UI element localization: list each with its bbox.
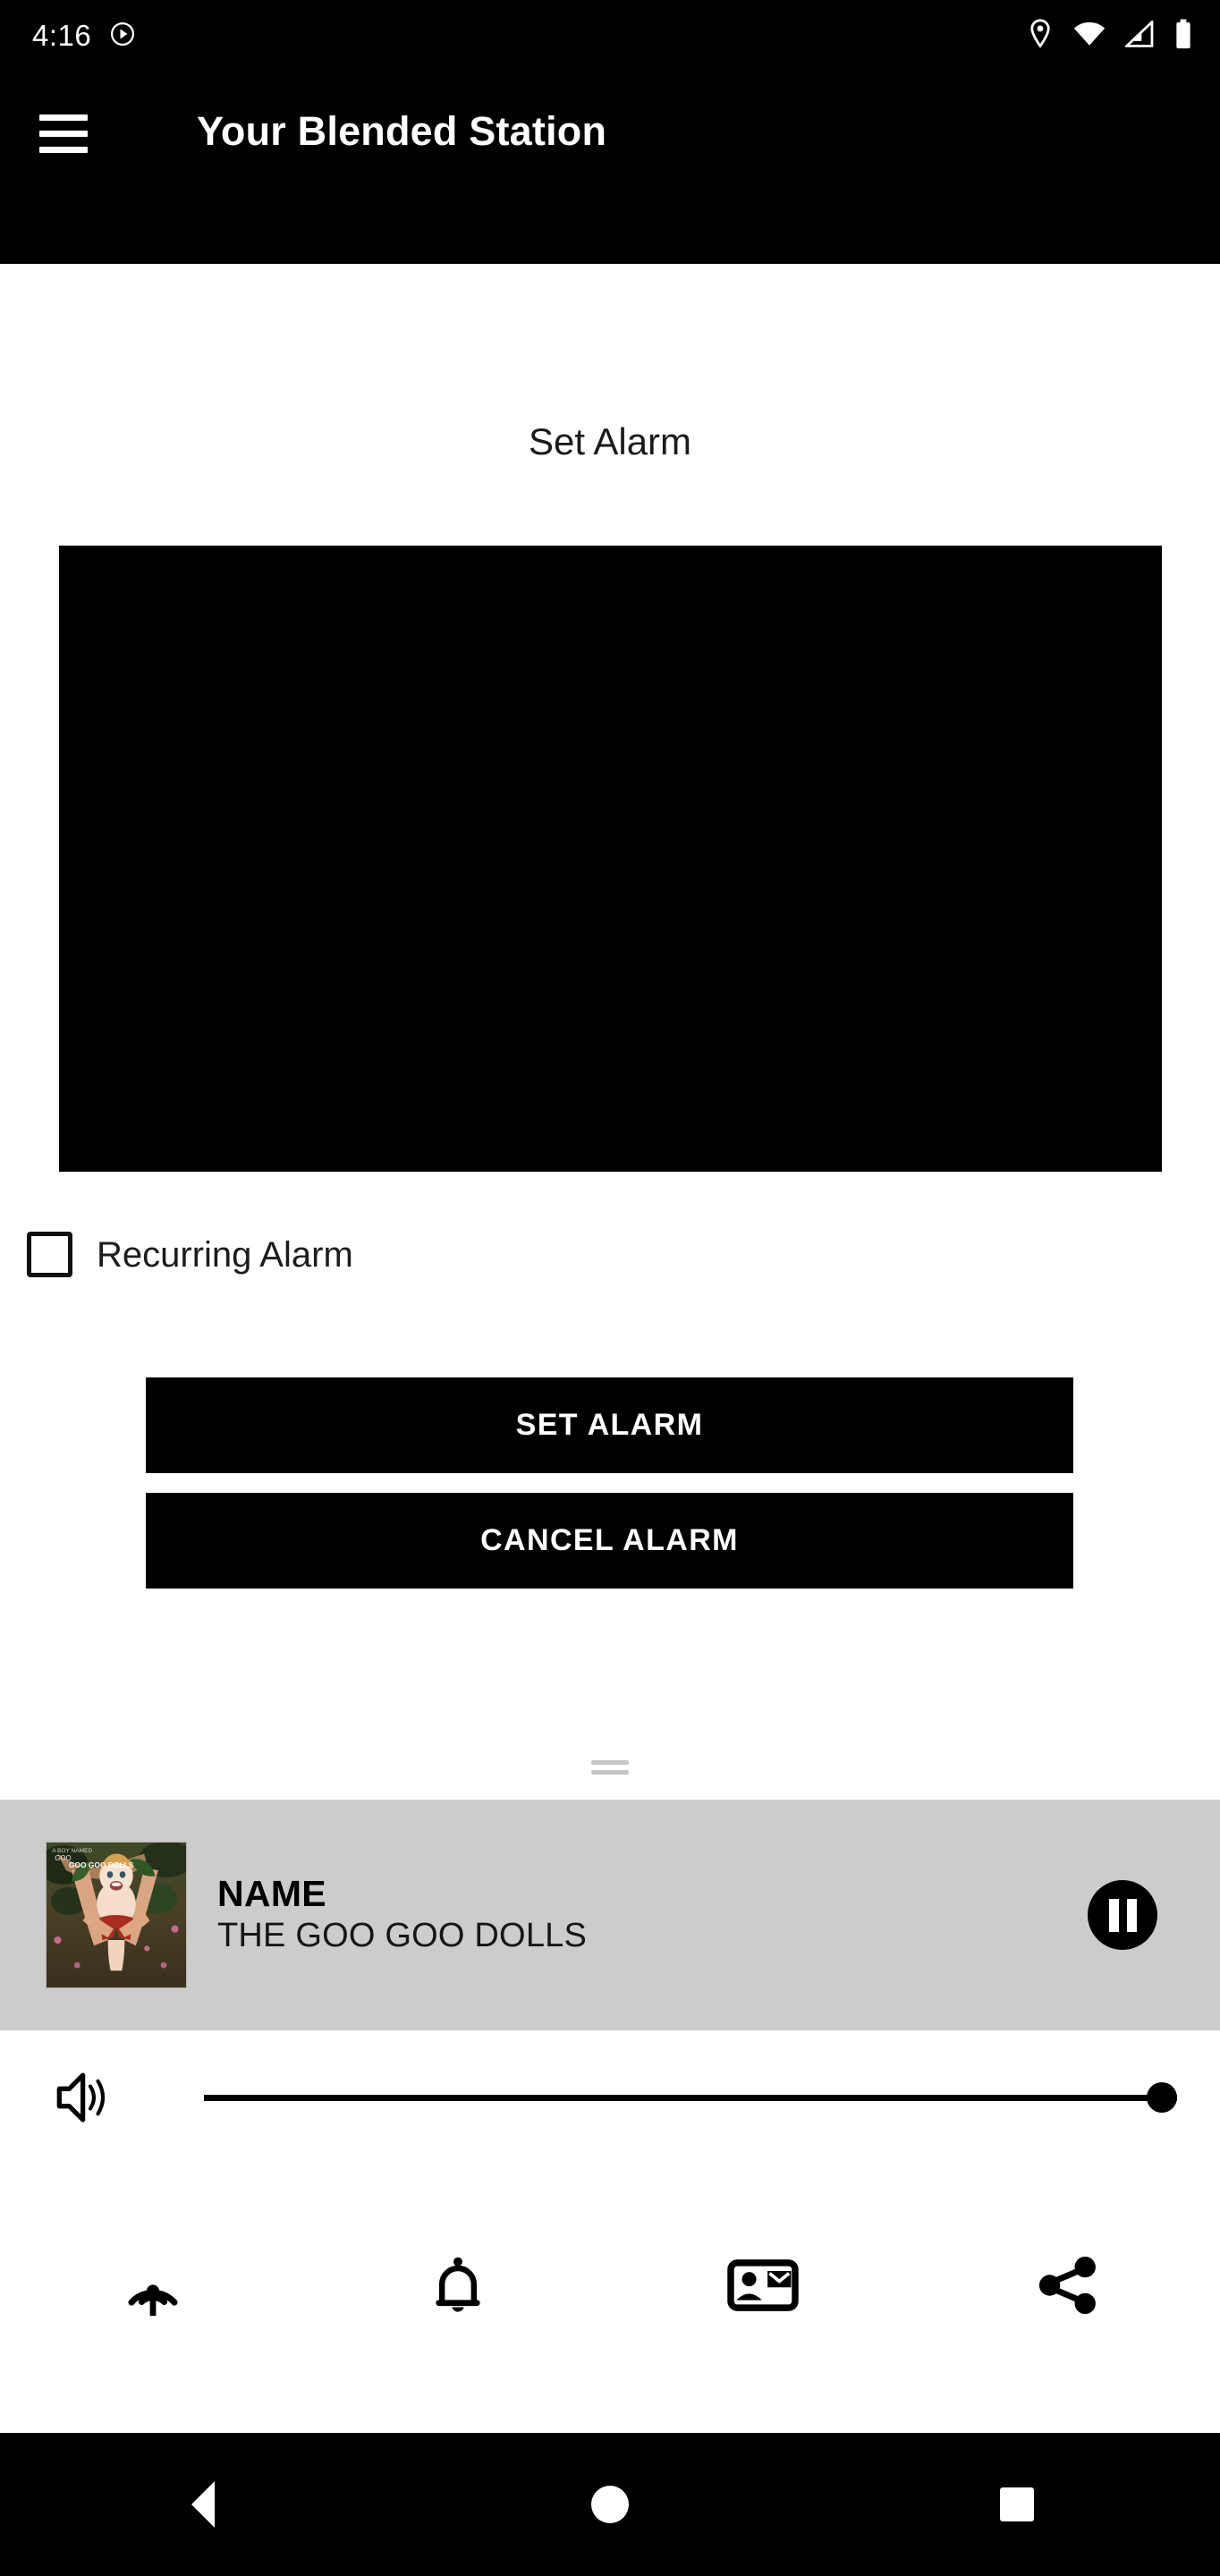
pause-icon[interactable] [1088,1880,1157,1950]
drag-handle-bar [591,1770,629,1775]
volume-up-icon[interactable] [52,2065,116,2130]
now-playing-artist: THE GOO GOO DOLLS [217,1916,588,1954]
main-content: Set Alarm Recurring Alarm SET ALARM CANC… [0,264,1220,1798]
page-title: Your Blended Station [197,108,607,154]
app-screen: 4:16 Your Blended Station Set Alarm Recu… [0,0,1220,2576]
hamburger-bar [39,114,88,121]
recurring-alarm-checkbox[interactable] [27,1232,72,1277]
set-alarm-button[interactable]: SET ALARM [146,1377,1073,1473]
now-playing-text: NAME THE GOO GOO DOLLS [217,1872,1088,1957]
volume-slider-track [204,2094,1177,2101]
recents-square [999,2487,1034,2521]
play-circle-icon [109,21,136,52]
time-picker[interactable] [59,546,1162,1172]
bell-icon[interactable] [305,2165,610,2406]
alarm-button-stack: SET ALARM CANCEL ALARM [146,1377,1073,1589]
android-nav-bar [0,2433,1220,2576]
battery-icon [1173,19,1193,54]
status-bar-right [1027,18,1193,54]
volume-slider-thumb[interactable] [1147,2082,1177,2113]
location-pin-icon [1027,18,1054,54]
volume-row [0,2030,1220,2165]
svg-text:GOO GOO DOLLS: GOO GOO DOLLS [69,1860,134,1869]
broadcast-icon[interactable] [0,2165,305,2406]
pause-bar [1108,1898,1119,1932]
now-playing-bar[interactable]: A BOY NAMED GOO GOO GOO DOLLS NAME THE G… [0,1800,1220,2030]
status-bar: 4:16 [0,0,1220,72]
svg-text:A BOY NAMED: A BOY NAMED [52,1848,92,1854]
volume-slider[interactable] [204,2080,1177,2115]
button-spacer [146,1473,1073,1493]
status-bar-left: 4:16 [32,19,136,53]
drag-handle-bar [591,1760,629,1765]
bottom-tool-row [0,2165,1220,2406]
wifi-icon [1073,21,1106,52]
hamburger-bar [39,147,88,153]
hamburger-bar [39,131,88,137]
bottom-sheet-drag-handle[interactable] [591,1760,629,1775]
back-triangle [191,2481,216,2528]
recurring-alarm-label: Recurring Alarm [97,1234,353,1275]
now-playing-title: NAME [217,1872,326,1914]
album-art: A BOY NAMED GOO GOO GOO DOLLS [46,1842,187,1988]
back-icon[interactable] [0,2481,407,2528]
contact-card-icon[interactable] [610,2165,915,2406]
status-clock: 4:16 [32,19,92,52]
cell-signal-icon [1123,18,1154,52]
recents-icon[interactable] [813,2487,1220,2521]
home-circle [591,2486,629,2523]
home-icon[interactable] [407,2486,814,2523]
pause-bar [1126,1898,1137,1932]
section-heading: Set Alarm [528,420,692,462]
cancel-alarm-button[interactable]: CANCEL ALARM [146,1493,1073,1589]
share-icon[interactable] [915,2165,1220,2406]
hamburger-menu-icon[interactable] [25,114,111,153]
app-bar: Your Blended Station [0,72,1220,264]
recurring-alarm-row[interactable]: Recurring Alarm [27,1232,353,1277]
